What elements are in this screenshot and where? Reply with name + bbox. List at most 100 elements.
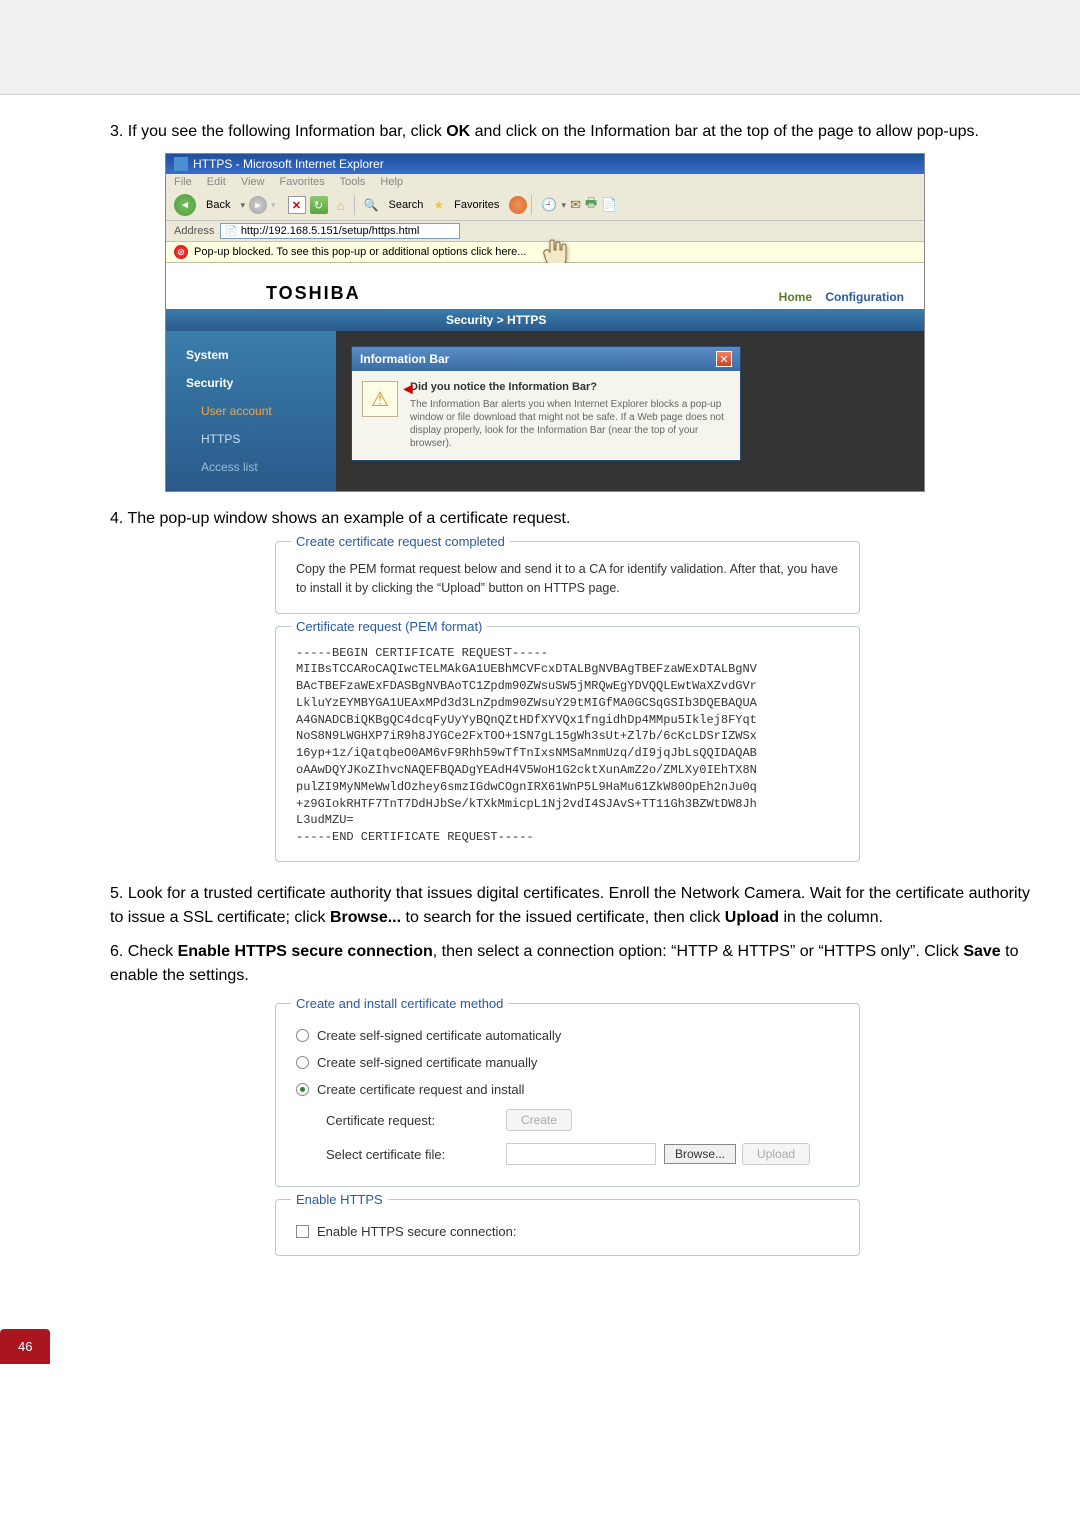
upload-button[interactable]: Upload xyxy=(742,1143,810,1165)
favorites-label[interactable]: Favorites xyxy=(448,197,505,213)
home-icon[interactable]: ⌂ xyxy=(332,196,350,214)
cert-instruction: Copy the PEM format request below and se… xyxy=(296,560,839,598)
step-5-num: 5. xyxy=(110,885,128,902)
cert-pem-text: -----BEGIN CERTIFICATE REQUEST----- MIIB… xyxy=(296,645,839,847)
step-5: 5. Look for a trusted certificate author… xyxy=(110,882,1030,930)
radio-manual-label: Create self-signed certificate manually xyxy=(317,1055,537,1070)
create-button[interactable]: Create xyxy=(506,1109,572,1131)
enable-https-label: Enable HTTPS secure connection: xyxy=(317,1224,516,1239)
sidebar-system[interactable]: System xyxy=(166,341,336,369)
step-3-text-a: If you see the following Information bar… xyxy=(128,123,446,140)
radio-request[interactable]: Create certificate request and install xyxy=(296,1076,839,1103)
ie-toolbar: ◄ Back ▾ ► ▾ ✕ ↻ ⌂ 🔍 Search ★ Favorites … xyxy=(166,190,924,221)
back-button[interactable]: ◄ xyxy=(174,194,196,216)
menu-tools[interactable]: Tools xyxy=(340,176,366,188)
history-dropdown-icon[interactable]: ▾ xyxy=(562,200,567,211)
ie-menu-bar: File Edit View Favorites Tools Help xyxy=(166,174,924,190)
dialog-title: Information Bar xyxy=(360,352,449,366)
step-5-c: in the column. xyxy=(779,909,883,926)
mail-icon[interactable]: ✉ xyxy=(570,197,581,213)
favorites-star-icon[interactable]: ★ xyxy=(433,198,444,212)
radio-auto[interactable]: Create self-signed certificate automatic… xyxy=(296,1022,839,1049)
print-icon[interactable]: 🖶 xyxy=(585,194,597,216)
radio-auto-label: Create self-signed certificate automatic… xyxy=(317,1028,561,1043)
media-icon[interactable] xyxy=(509,196,527,214)
ie-page-content: TOSHIBA Home Configuration Security > HT… xyxy=(166,263,924,491)
search-label[interactable]: Search xyxy=(382,197,429,213)
menu-view[interactable]: View xyxy=(241,176,265,188)
popup-blocked-text: Pop-up blocked. To see this pop-up or ad… xyxy=(194,246,526,258)
forward-dropdown-icon[interactable]: ▾ xyxy=(271,200,276,211)
ie-app-icon xyxy=(174,157,188,171)
breadcrumb: Security > HTTPS xyxy=(166,309,924,331)
enable-https-checkbox-row[interactable]: Enable HTTPS secure connection: xyxy=(296,1218,839,1245)
toshiba-logo: TOSHIBA xyxy=(266,283,361,304)
step-6-save: Save xyxy=(963,943,1000,960)
file-input[interactable] xyxy=(506,1143,656,1165)
address-url: http://192.168.5.151/setup/https.html xyxy=(241,225,420,237)
ie-browser-screenshot: HTTPS - Microsoft Internet Explorer File… xyxy=(165,153,925,492)
step-3-ok: OK xyxy=(446,123,470,140)
step-4: 4. The pop-up window shows an example of… xyxy=(110,507,1030,531)
dialog-header: Information Bar ✕ xyxy=(352,347,740,371)
cert-request-row: Certificate request: Create xyxy=(296,1103,839,1137)
address-label: Address xyxy=(174,225,214,237)
radio-icon-selected xyxy=(296,1083,309,1096)
enable-https-fieldset: Enable HTTPS Enable HTTPS secure connect… xyxy=(275,1199,860,1256)
red-arrow-icon: ◄ xyxy=(400,381,416,399)
page-icon: 📄 xyxy=(225,226,237,237)
checkbox-icon xyxy=(296,1225,309,1238)
step-6: 6. Check Enable HTTPS secure connection,… xyxy=(110,940,1030,988)
menu-favorites[interactable]: Favorites xyxy=(280,176,325,188)
method-fieldset: Create and install certificate method Cr… xyxy=(275,1003,860,1187)
address-field[interactable]: 📄 http://192.168.5.151/setup/https.html xyxy=(220,223,460,239)
popup-blocked-icon: ⊘ xyxy=(174,245,188,259)
step-6-a: Check xyxy=(128,943,178,960)
step-6-num: 6. xyxy=(110,943,128,960)
popup-blocked-bar[interactable]: ⊘ Pop-up blocked. To see this pop-up or … xyxy=(166,242,924,263)
toshiba-body: System Security User account HTTPS Acces… xyxy=(166,331,924,491)
select-file-label: Select certificate file: xyxy=(326,1147,506,1162)
sidebar-https[interactable]: HTTPS xyxy=(166,425,336,453)
menu-edit[interactable]: Edit xyxy=(207,176,226,188)
top-gray-bar xyxy=(0,0,1080,95)
home-link[interactable]: Home xyxy=(779,290,812,304)
menu-help[interactable]: Help xyxy=(380,176,403,188)
step-6-bold: Enable HTTPS secure connection xyxy=(178,943,433,960)
dialog-question: Did you notice the Information Bar? xyxy=(410,381,730,393)
stop-icon[interactable]: ✕ xyxy=(288,196,306,214)
history-icon[interactable]: 🕘 xyxy=(541,197,557,213)
page-content: 3. If you see the following Information … xyxy=(0,120,1080,1256)
cert-completed-fieldset: Create certificate request completed Cop… xyxy=(275,541,860,614)
step-5-browse: Browse... xyxy=(330,909,401,926)
sidebar-security[interactable]: Security xyxy=(166,369,336,397)
back-dropdown-icon[interactable]: ▾ xyxy=(240,200,245,211)
step-6-b: , then select a connection option: “HTTP… xyxy=(433,943,964,960)
toshiba-header-links: Home Configuration xyxy=(779,290,924,304)
back-label[interactable]: Back xyxy=(200,197,236,213)
refresh-icon[interactable]: ↻ xyxy=(310,196,328,214)
dialog-body-text: The Information Bar alerts you when Inte… xyxy=(410,398,730,450)
toshiba-sidebar: System Security User account HTTPS Acces… xyxy=(166,331,336,491)
radio-manual[interactable]: Create self-signed certificate manually xyxy=(296,1049,839,1076)
cert-request-screenshot: Create certificate request completed Cop… xyxy=(275,541,860,862)
configuration-link[interactable]: Configuration xyxy=(825,290,904,304)
toshiba-main: Information Bar ✕ ⚠ ◄ Did you notice the… xyxy=(336,331,924,491)
information-bar-dialog: Information Bar ✕ ⚠ ◄ Did you notice the… xyxy=(351,346,741,461)
menu-file[interactable]: File xyxy=(174,176,192,188)
select-file-row: Select certificate file: Browse... Uploa… xyxy=(296,1137,839,1171)
method-screenshot: Create and install certificate method Cr… xyxy=(275,1003,860,1256)
cert-completed-legend: Create certificate request completed xyxy=(291,534,510,549)
browse-button[interactable]: Browse... xyxy=(664,1144,736,1164)
forward-button[interactable]: ► xyxy=(249,196,267,214)
sidebar-user-account[interactable]: User account xyxy=(166,397,336,425)
dialog-body: ⚠ ◄ Did you notice the Information Bar? … xyxy=(352,371,740,460)
enable-https-legend: Enable HTTPS xyxy=(291,1192,388,1207)
edit-icon[interactable]: 📄 xyxy=(601,197,617,213)
dialog-close-button[interactable]: ✕ xyxy=(716,351,732,367)
search-icon[interactable]: 🔍 xyxy=(364,198,379,212)
sidebar-access-list[interactable]: Access list xyxy=(166,453,336,481)
step-3-num: 3. xyxy=(110,123,128,140)
page-number: 46 xyxy=(0,1329,50,1364)
step-3: 3. If you see the following Information … xyxy=(110,120,1030,144)
